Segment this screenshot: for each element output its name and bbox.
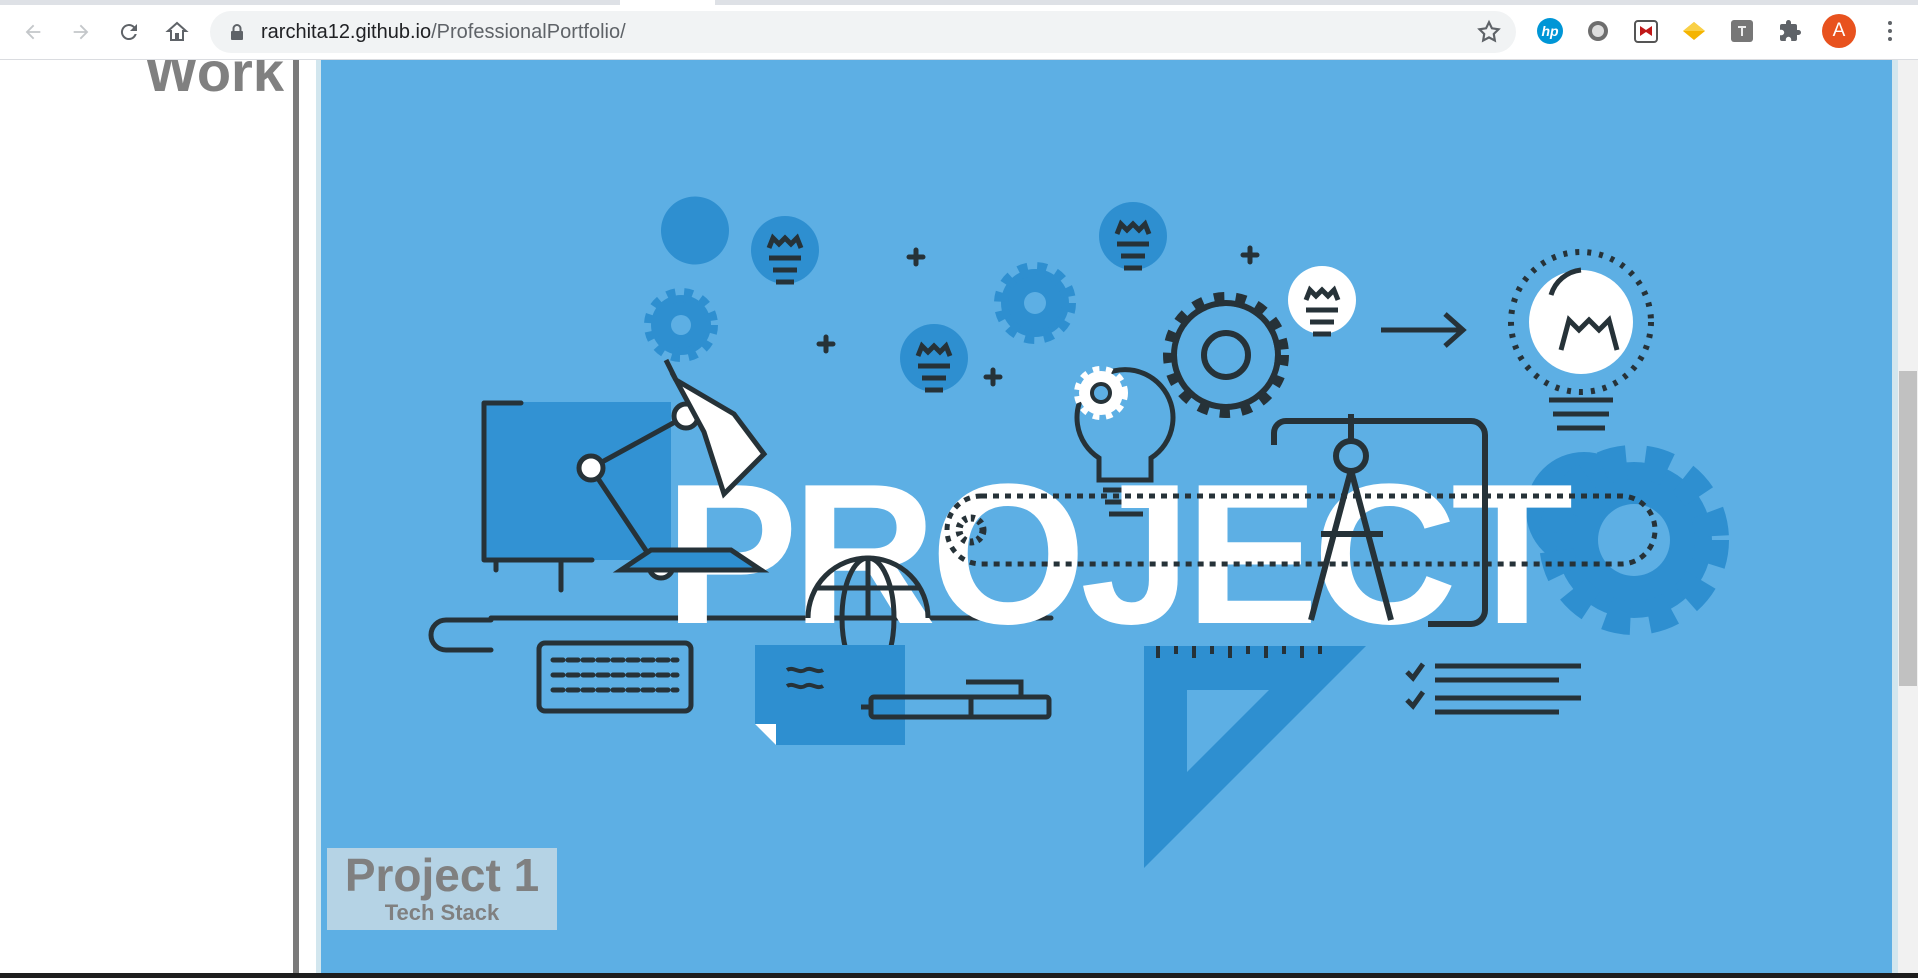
address-bar[interactable]: rarchita12.github.io/ProfessionalPortfol… (210, 11, 1516, 53)
forward-button[interactable] (63, 14, 99, 50)
circle-extension-icon[interactable] (1582, 15, 1614, 47)
scrollbar-thumb[interactable] (1899, 371, 1917, 686)
forward-arrow-icon (73, 24, 89, 40)
section-heading: Work (145, 60, 284, 103)
diamond-extension-icon[interactable] (1678, 15, 1710, 47)
home-icon (165, 21, 189, 41)
browser-menu-icon[interactable] (1880, 14, 1900, 48)
tab-strip (0, 0, 1918, 5)
puzzle-icon[interactable] (1774, 15, 1806, 47)
svg-text:hp: hp (1541, 23, 1559, 39)
url-host: rarchita12.github.io (261, 21, 432, 43)
hp-icon[interactable]: hp (1534, 15, 1566, 47)
avatar-letter: A (1832, 20, 1846, 41)
taskbar-edge (0, 973, 1918, 978)
back-button[interactable] (15, 14, 51, 50)
active-tab[interactable] (620, 0, 715, 5)
mcafee-icon[interactable] (1630, 15, 1662, 47)
monitor-screen-fill (486, 402, 671, 560)
reload-button[interactable] (111, 14, 147, 50)
keyboard-cable (428, 617, 494, 653)
project-caption[interactable]: Project 1 Tech Stack (327, 848, 557, 930)
url-text: rarchita12.github.io/ProfessionalPortfol… (261, 21, 626, 44)
project-image[interactable]: PROJECT (321, 60, 1894, 978)
browser-toolbar: rarchita12.github.io/ProfessionalPortfol… (0, 0, 1918, 60)
project-title: Project 1 (344, 849, 540, 901)
project-illustration: PROJECT (428, 196, 1729, 868)
set-square-icon (1144, 646, 1366, 868)
box-extension-icon[interactable] (1726, 15, 1758, 47)
lock-icon (231, 24, 243, 40)
white-bulbs (1288, 249, 1654, 431)
back-arrow-icon (25, 24, 41, 40)
profile-avatar[interactable]: A (1822, 14, 1856, 48)
project-subtitle: Tech Stack (384, 900, 500, 925)
project-word: PROJECT (665, 443, 1572, 666)
home-button[interactable] (159, 14, 195, 50)
bookmark-star-icon[interactable] (1476, 19, 1502, 45)
reload-icon (120, 24, 137, 41)
page-content: Work PROJECT Project 1 Tech Stack (0, 60, 1918, 978)
checklist-icon (1405, 662, 1581, 715)
url-path: /ProfessionalPortfolio/ (431, 21, 626, 43)
vertical-divider (293, 60, 299, 978)
